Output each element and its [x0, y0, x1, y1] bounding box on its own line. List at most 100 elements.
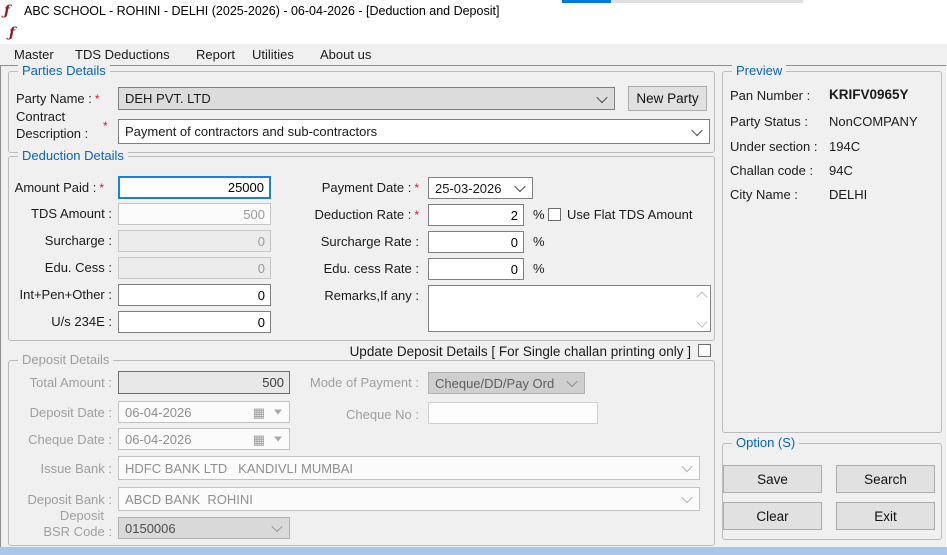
cheque-date-value: 06-04-2026: [125, 432, 192, 447]
required-asterisk: *: [95, 92, 100, 106]
options-legend: Option (S): [732, 435, 799, 450]
deduction-rate-label: Deduction Rate :*: [295, 204, 419, 226]
use-flat-tds-label[interactable]: Use Flat TDS Amount: [567, 204, 692, 226]
search-button[interactable]: Search: [836, 465, 935, 493]
under-section-value: 194C: [829, 139, 860, 154]
contract-description-label-line2: Description :: [16, 126, 88, 142]
int-pen-other-input[interactable]: [118, 284, 271, 306]
save-button[interactable]: Save: [723, 465, 822, 493]
chevron-down-icon: [514, 181, 525, 192]
tds-amount-label: TDS Amount :: [8, 203, 112, 225]
edu-cess-rate-input[interactable]: [428, 258, 524, 280]
edu-cess-input: [118, 257, 271, 279]
us-234e-input[interactable]: [118, 311, 271, 333]
child-window-icon: ƒ: [9, 26, 15, 40]
deposit-bsr-code-label-line2: BSR Code :: [8, 524, 112, 540]
title-strip-gray: [611, 0, 803, 3]
payment-date-value: 25-03-2026: [435, 181, 502, 196]
challan-code-value: 94C: [829, 163, 853, 178]
bottom-edge-strip: [0, 547, 947, 555]
issue-bank-value: HDFC BANK LTD KANDIVLI MUMBAI: [125, 461, 353, 476]
percent-sign: %: [533, 258, 545, 280]
use-flat-tds-checkbox[interactable]: [548, 208, 561, 221]
update-deposit-details-checkbox[interactable]: [698, 344, 711, 357]
deposit-bsr-code-label: Deposit: [8, 508, 104, 524]
us-234e-label: U/s 234E :: [8, 311, 112, 333]
amount-paid-label: Amount Paid :*: [8, 177, 104, 199]
mode-of-payment-value: Cheque/DD/Pay Ord: [435, 376, 554, 391]
deposit-details-legend: Deposit Details: [18, 352, 113, 367]
window-title: ABC SCHOOL - ROHINI - DELHI (2025-2026) …: [24, 4, 499, 18]
int-pen-other-label: Int+Pen+Other :: [8, 284, 112, 306]
under-section-label: Under section :: [730, 139, 830, 154]
chevron-down-icon: [681, 461, 692, 472]
chevron-down-icon: [596, 91, 607, 102]
required-asterisk: *: [414, 181, 419, 195]
amount-paid-input[interactable]: [118, 176, 271, 199]
issue-bank-label: Issue Bank :: [8, 458, 112, 480]
exit-button[interactable]: Exit: [836, 502, 935, 530]
party-status-label: Party Status :: [730, 114, 830, 129]
dropdown-arrow-icon: [274, 410, 282, 415]
new-party-button[interactable]: New Party: [628, 86, 707, 111]
deposit-date-label: Deposit Date :: [8, 402, 112, 424]
tds-amount-input: [118, 203, 271, 225]
menu-report[interactable]: Report: [192, 46, 239, 63]
deposit-bsr-code-value: 0150006: [125, 521, 176, 536]
total-amount-input: [118, 371, 290, 394]
surcharge-rate-label: Surcharge Rate :: [295, 231, 419, 253]
cheque-date-picker: 06-04-2026 ▦: [118, 428, 290, 450]
total-amount-label: Total Amount :: [8, 372, 112, 394]
issue-bank-combobox: HDFC BANK LTD KANDIVLI MUMBAI: [118, 456, 700, 480]
percent-sign: %: [533, 204, 545, 226]
required-asterisk: *: [103, 118, 108, 134]
edu-cess-rate-label: Edu. cess Rate :: [295, 258, 419, 280]
menu-utilities[interactable]: Utilities: [248, 46, 298, 63]
cheque-no-input: [428, 402, 598, 424]
chevron-down-icon: [691, 124, 702, 135]
pan-number-value: KRIFV0965Y: [829, 87, 909, 102]
party-name-value: DEH PVT. LTD: [125, 91, 211, 106]
deposit-bank-combobox: ABCD BANK ROHINI: [118, 487, 700, 511]
calendar-icon: ▦: [253, 404, 265, 422]
city-name-label: City Name :: [730, 187, 830, 202]
menu-tds-deductions[interactable]: TDS Deductions: [71, 46, 174, 63]
menu-master[interactable]: Master: [10, 46, 58, 63]
menu-bar: Master TDS Deductions Report Utilities A…: [0, 44, 947, 65]
percent-sign: %: [533, 231, 545, 253]
app-icon: ƒ: [4, 4, 10, 18]
surcharge-input: [118, 230, 271, 252]
deduction-rate-input[interactable]: [428, 204, 524, 226]
deposit-date-value: 06-04-2026: [125, 405, 192, 420]
mode-of-payment-label: Mode of Payment :: [295, 372, 419, 394]
deduction-details-legend: Deduction Details: [18, 148, 128, 163]
calendar-icon: ▦: [253, 431, 265, 449]
chevron-down-icon: [681, 492, 692, 503]
party-name-combobox[interactable]: DEH PVT. LTD: [118, 87, 615, 110]
menu-about-us[interactable]: About us: [316, 46, 375, 63]
payment-date-combobox[interactable]: 25-03-2026: [428, 177, 533, 199]
cheque-no-label: Cheque No :: [295, 404, 419, 426]
challan-code-label: Challan code :: [730, 163, 830, 178]
payment-date-label: Payment Date :*: [295, 177, 419, 199]
required-asterisk: *: [414, 208, 419, 222]
required-asterisk: *: [99, 181, 104, 195]
preview-legend: Preview: [732, 63, 786, 78]
clear-button[interactable]: Clear: [723, 502, 822, 530]
chevron-down-icon: [566, 376, 577, 387]
chevron-down-icon: [271, 521, 282, 532]
dropdown-arrow-icon: [274, 437, 282, 442]
remarks-textarea[interactable]: [428, 285, 711, 332]
surcharge-label: Surcharge :: [8, 230, 112, 252]
surcharge-rate-input[interactable]: [428, 231, 524, 253]
party-status-value: NonCOMPANY: [829, 114, 918, 129]
deposit-date-picker: 06-04-2026 ▦: [118, 401, 290, 423]
parties-details-legend: Parties Details: [18, 63, 110, 78]
deposit-bank-value: ABCD BANK ROHINI: [125, 492, 253, 507]
contract-description-combobox[interactable]: Payment of contractors and sub-contracto…: [118, 119, 710, 144]
city-name-value: DELHI: [829, 187, 867, 202]
deposit-bsr-code-combobox: 0150006: [118, 517, 290, 539]
pan-number-label: Pan Number :: [730, 88, 830, 103]
contract-description-label: Contract *: [16, 109, 65, 125]
party-name-label: Party Name :*: [16, 88, 100, 110]
